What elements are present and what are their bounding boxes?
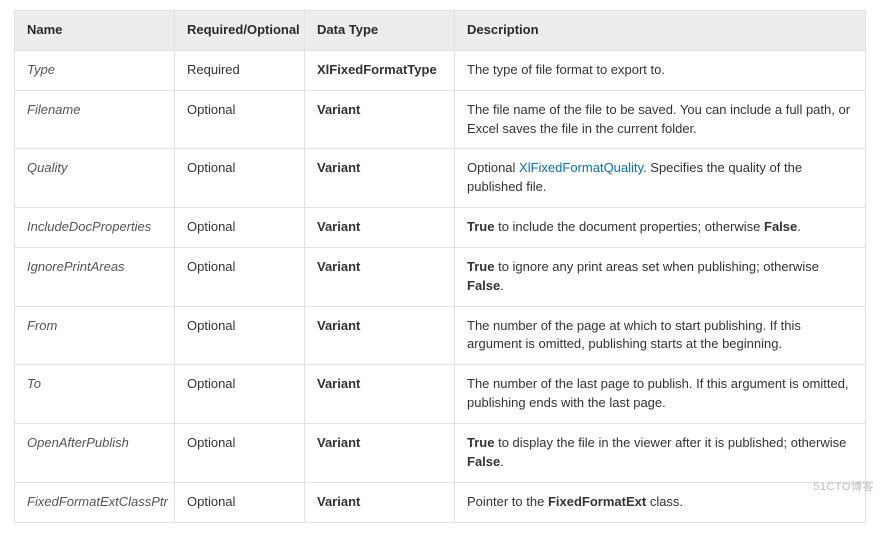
- param-description: The type of file format to export to.: [455, 50, 866, 90]
- param-name: IgnorePrintAreas: [15, 247, 175, 306]
- desc-text: The file name of the file to be saved. Y…: [467, 102, 850, 136]
- col-header-required: Required/Optional: [175, 11, 305, 51]
- desc-text: Pointer to the: [467, 494, 548, 509]
- param-name: Quality: [15, 149, 175, 208]
- table-body: TypeRequiredXlFixedFormatType The type of…: [15, 50, 866, 522]
- param-required: Optional: [175, 149, 305, 208]
- col-header-datatype: Data Type: [305, 11, 455, 51]
- table-row: FilenameOptionalVariant The file name of …: [15, 90, 866, 149]
- param-name: IncludeDocProperties: [15, 208, 175, 248]
- param-description: Pointer to the FixedFormatExt class.: [455, 482, 866, 522]
- param-required: Optional: [175, 90, 305, 149]
- table-row: TypeRequiredXlFixedFormatType The type of…: [15, 50, 866, 90]
- param-datatype: Variant: [305, 306, 455, 365]
- param-description: The number of the last page to publish. …: [455, 365, 866, 424]
- desc-text: Optional: [467, 160, 519, 175]
- param-required: Optional: [175, 423, 305, 482]
- table-row: ToOptionalVariant The number of the last …: [15, 365, 866, 424]
- param-datatype: Variant: [305, 247, 455, 306]
- keyword: True: [467, 219, 494, 234]
- param-datatype: Variant: [305, 90, 455, 149]
- doc-link[interactable]: XlFixedFormatQuality: [519, 160, 643, 175]
- desc-text: The number of the page at which to start…: [467, 318, 801, 352]
- param-datatype: Variant: [305, 149, 455, 208]
- param-description: True to display the file in the viewer a…: [455, 423, 866, 482]
- param-name: FixedFormatExtClassPtr: [15, 482, 175, 522]
- param-name: From: [15, 306, 175, 365]
- param-required: Optional: [175, 247, 305, 306]
- param-datatype: XlFixedFormatType: [305, 50, 455, 90]
- table-row: IgnorePrintAreasOptionalVariantTrue to i…: [15, 247, 866, 306]
- desc-text: The number of the last page to publish. …: [467, 376, 849, 410]
- param-name: To: [15, 365, 175, 424]
- param-required: Required: [175, 50, 305, 90]
- param-description: True to ignore any print areas set when …: [455, 247, 866, 306]
- param-name: OpenAfterPublish: [15, 423, 175, 482]
- desc-text: .: [500, 454, 504, 469]
- table-row: FromOptionalVariant The number of the pag…: [15, 306, 866, 365]
- table-header-row: Name Required/Optional Data Type Descrip…: [15, 11, 866, 51]
- desc-text: to include the document properties; othe…: [494, 219, 764, 234]
- desc-text: .: [797, 219, 801, 234]
- desc-text: The type of file format to export to.: [467, 62, 665, 77]
- param-required: Optional: [175, 482, 305, 522]
- desc-text: .: [500, 278, 504, 293]
- keyword: True: [467, 259, 494, 274]
- watermark-text: 51CTO博客: [813, 478, 874, 494]
- keyword: False: [467, 454, 500, 469]
- param-name: Filename: [15, 90, 175, 149]
- param-datatype: Variant: [305, 365, 455, 424]
- col-header-description: Description: [455, 11, 866, 51]
- param-name: Type: [15, 50, 175, 90]
- param-description: The number of the page at which to start…: [455, 306, 866, 365]
- param-description: True to include the document properties;…: [455, 208, 866, 248]
- desc-text: to display the file in the viewer after …: [494, 435, 846, 450]
- param-datatype: Variant: [305, 423, 455, 482]
- table-row: QualityOptionalVariantOptional XlFixedFo…: [15, 149, 866, 208]
- desc-text: to ignore any print areas set when publi…: [494, 259, 818, 274]
- table-row: FixedFormatExtClassPtrOptionalVariantPoi…: [15, 482, 866, 522]
- col-header-name: Name: [15, 11, 175, 51]
- keyword: FixedFormatExt: [548, 494, 646, 509]
- parameters-table: Name Required/Optional Data Type Descrip…: [14, 10, 866, 523]
- table-row: OpenAfterPublishOptionalVariantTrue to d…: [15, 423, 866, 482]
- param-datatype: Variant: [305, 482, 455, 522]
- param-required: Optional: [175, 306, 305, 365]
- desc-text: class.: [646, 494, 683, 509]
- param-required: Optional: [175, 365, 305, 424]
- param-required: Optional: [175, 208, 305, 248]
- keyword: False: [764, 219, 797, 234]
- keyword: False: [467, 278, 500, 293]
- table-row: IncludeDocPropertiesOptionalVariantTrue …: [15, 208, 866, 248]
- param-datatype: Variant: [305, 208, 455, 248]
- param-description: Optional XlFixedFormatQuality. Specifies…: [455, 149, 866, 208]
- param-description: The file name of the file to be saved. Y…: [455, 90, 866, 149]
- keyword: True: [467, 435, 494, 450]
